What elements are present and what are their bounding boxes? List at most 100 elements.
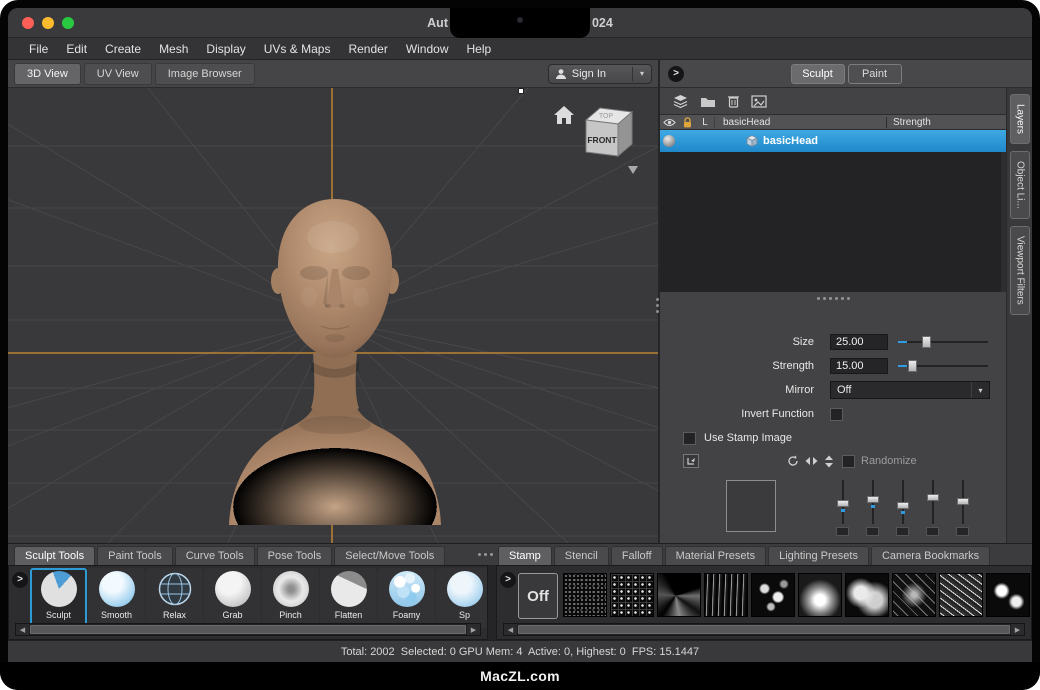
tab-pose-tools[interactable]: Pose Tools (257, 546, 333, 566)
tool-relax[interactable]: Relax (146, 568, 203, 628)
tray-collapse-button[interactable]: > (500, 572, 516, 588)
stamp-slider-value-3[interactable] (896, 527, 909, 536)
size-slider-handle[interactable] (922, 336, 931, 348)
stamp-tray-scrollbar[interactable]: ◀ ▶ (503, 623, 1025, 636)
menu-item-window[interactable]: Window (397, 38, 458, 60)
scroll-right-arrow[interactable]: ▶ (467, 624, 480, 635)
mirror-select[interactable]: Off ▾ (830, 381, 990, 399)
new-group-button[interactable] (700, 95, 716, 108)
strength-field[interactable]: 15.00 (830, 358, 888, 374)
stamp-thumbnail-7[interactable] (845, 573, 889, 617)
tab-camera-bookmarks[interactable]: Camera Bookmarks (871, 546, 990, 566)
layer-row-basichead[interactable]: basicHead (660, 130, 1006, 152)
strength-slider[interactable] (898, 359, 988, 373)
scroll-left-arrow[interactable]: ◀ (504, 624, 517, 635)
tab-paint-tools[interactable]: Paint Tools (97, 546, 173, 566)
stamp-slider-value-4[interactable] (926, 527, 939, 536)
size-field[interactable]: 25.00 (830, 334, 888, 350)
menu-item-uvs-maps[interactable]: UVs & Maps (255, 38, 340, 60)
scroll-right-arrow[interactable]: ▶ (1011, 624, 1024, 635)
stamp-thumbnail-4[interactable] (704, 573, 748, 617)
import-stamp-button[interactable] (683, 454, 699, 468)
menu-item-help[interactable]: Help (458, 38, 501, 60)
stamp-thumbnail-9[interactable] (939, 573, 983, 617)
stamp-off-button[interactable]: Off (518, 573, 558, 619)
visibility-eye-icon[interactable] (660, 118, 678, 127)
panel-collapse-button[interactable]: > (668, 66, 684, 82)
menu-item-render[interactable]: Render (339, 38, 396, 60)
tool-pinch[interactable]: Pinch (262, 568, 319, 628)
tool-flatten[interactable]: Flatten (320, 568, 377, 628)
flip-horizontal-button[interactable] (805, 456, 818, 466)
header-name-column[interactable]: basicHead (714, 117, 886, 128)
tab-paint[interactable]: Paint (848, 64, 902, 84)
tab-stencil[interactable]: Stencil (554, 546, 609, 566)
side-tab-object-list[interactable]: Object Li... (1010, 151, 1030, 219)
tab-stamp[interactable]: Stamp (498, 546, 552, 566)
menu-item-edit[interactable]: Edit (57, 38, 96, 60)
tab-material-presets[interactable]: Material Presets (665, 546, 766, 566)
signin-button[interactable]: Sign In ▾ (548, 64, 652, 84)
stamp-slider-2[interactable] (866, 480, 880, 538)
scroll-left-arrow[interactable]: ◀ (16, 624, 29, 635)
tool-tray-scrollbar[interactable]: ◀ ▶ (15, 623, 481, 636)
stamp-slider-3[interactable] (896, 480, 910, 538)
stamp-slider-4[interactable] (926, 480, 940, 538)
zoom-window-button[interactable] (62, 17, 74, 29)
delete-layer-button[interactable] (727, 94, 740, 108)
chevron-down-icon[interactable]: ▾ (633, 69, 651, 78)
flip-vertical-button[interactable] (824, 455, 834, 468)
tray-collapse-button[interactable]: > (12, 572, 28, 588)
rotate-stamp-button[interactable] (787, 455, 799, 467)
layer-list-scrollbar[interactable] (1001, 152, 1006, 292)
chevron-down-icon[interactable]: ▾ (971, 382, 989, 398)
stamp-preview[interactable] (726, 480, 776, 532)
tab-curve-tools[interactable]: Curve Tools (175, 546, 255, 566)
menu-item-file[interactable]: File (20, 38, 57, 60)
use-stamp-image-checkbox[interactable] (683, 432, 696, 445)
stamp-slider-5[interactable] (956, 480, 970, 538)
tab-uv-view[interactable]: UV View (84, 63, 152, 85)
sculpted-head-model[interactable] (215, 185, 455, 525)
randomize-checkbox[interactable] (842, 455, 855, 468)
invert-function-checkbox[interactable] (830, 408, 843, 421)
viewport-3d[interactable]: TOP FRONT (8, 88, 658, 543)
menu-item-mesh[interactable]: Mesh (150, 38, 197, 60)
side-tab-layers[interactable]: Layers (1010, 94, 1030, 144)
viewcube[interactable]: TOP FRONT (552, 96, 644, 180)
new-layer-button[interactable] (672, 94, 689, 109)
stamp-thumbnail-5[interactable] (751, 573, 795, 617)
minimize-window-button[interactable] (42, 17, 54, 29)
properties-splitter-handle[interactable] (660, 292, 1006, 304)
layer-image-button[interactable] (751, 95, 767, 108)
lock-icon[interactable] (678, 117, 696, 128)
tray-splitter-dots[interactable] (478, 553, 493, 556)
scrollbar-thumb[interactable] (518, 625, 1010, 634)
tab-image-browser[interactable]: Image Browser (155, 63, 255, 85)
tool-spray[interactable]: Sp (436, 568, 488, 628)
stamp-thumbnail-8[interactable] (892, 573, 936, 617)
menu-item-create[interactable]: Create (96, 38, 150, 60)
strength-slider-handle[interactable] (908, 360, 917, 372)
tab-lighting-presets[interactable]: Lighting Presets (768, 546, 869, 566)
stamp-thumbnail-10[interactable] (986, 573, 1030, 617)
tool-smooth[interactable]: Smooth (88, 568, 145, 628)
tab-3d-view[interactable]: 3D View (14, 63, 81, 85)
side-tab-viewport-filters[interactable]: Viewport Filters (1010, 226, 1030, 315)
tool-foamy[interactable]: Foamy (378, 568, 435, 628)
tab-falloff[interactable]: Falloff (611, 546, 663, 566)
stamp-thumbnail-2[interactable] (610, 573, 654, 617)
size-slider[interactable] (898, 335, 988, 349)
tab-sculpt[interactable]: Sculpt (791, 64, 845, 84)
layer-visibility-toggle[interactable] (660, 135, 678, 147)
scrollbar-thumb[interactable] (30, 625, 466, 634)
header-strength-column[interactable]: Strength (886, 117, 1006, 128)
stamp-thumbnail-3[interactable] (657, 573, 701, 617)
stamp-slider-value-2[interactable] (866, 527, 879, 536)
menu-item-display[interactable]: Display (197, 38, 254, 60)
stamp-thumbnail-6[interactable] (798, 573, 842, 617)
stamp-thumbnail-1[interactable] (563, 573, 607, 617)
tab-sculpt-tools[interactable]: Sculpt Tools (14, 546, 95, 566)
close-window-button[interactable] (22, 17, 34, 29)
stamp-slider-value-1[interactable] (836, 527, 849, 536)
